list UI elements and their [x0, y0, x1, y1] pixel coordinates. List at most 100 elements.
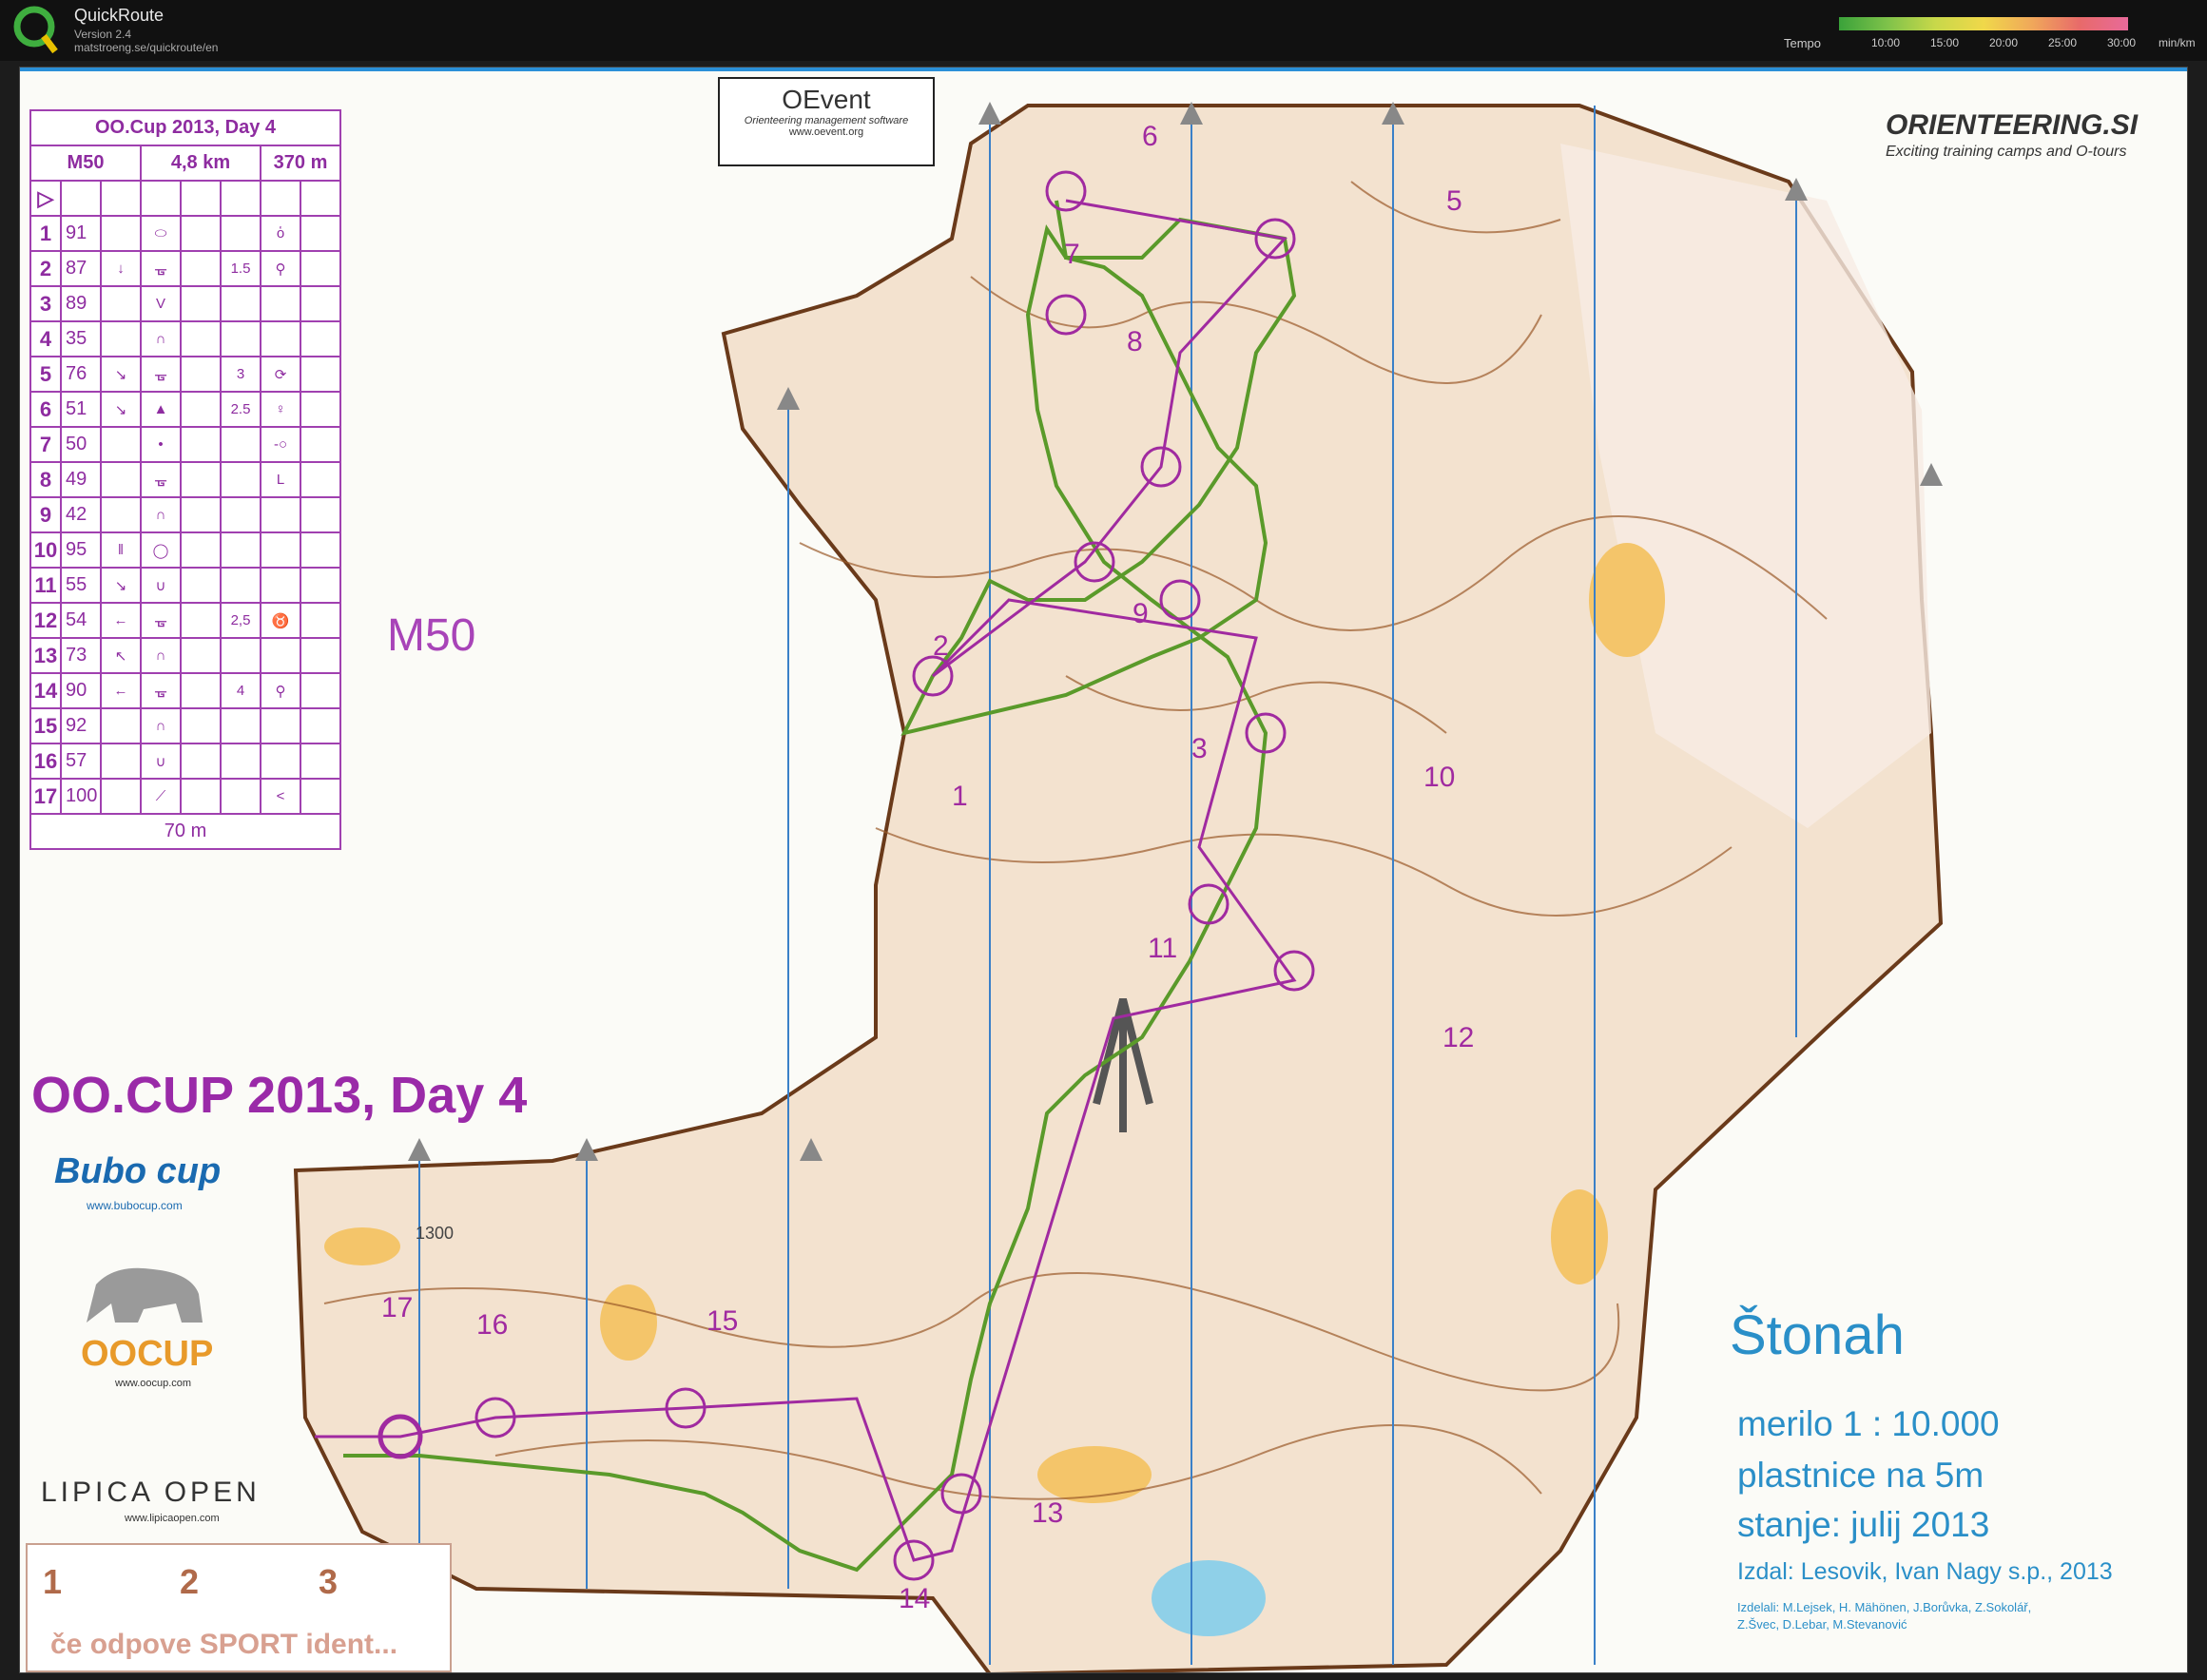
- desc-code: 95: [60, 531, 102, 569]
- desc-empty: [300, 743, 341, 780]
- desc-feat: ᚗ: [140, 250, 182, 287]
- desc-dim: [220, 461, 261, 498]
- desc-code: 57: [60, 743, 102, 780]
- desc-class: M50: [29, 145, 142, 182]
- desc-empty: [180, 356, 222, 393]
- desc-dim: [220, 707, 261, 744]
- desc-row: 9 42 ∩: [29, 496, 341, 533]
- desc-dim: [220, 637, 261, 674]
- desc-loc: ♉: [260, 602, 301, 639]
- oocup-url: www.oocup.com: [115, 1378, 192, 1389]
- desc-n: 7: [29, 426, 62, 463]
- tempo-label: Tempo: [1784, 36, 1822, 50]
- orienteering-si-tagline: Exciting training camps and O-tours: [1886, 144, 2127, 160]
- desc-code: 51: [60, 391, 102, 428]
- tempo-tick: 20:00: [1989, 36, 2019, 49]
- bubo-cup-url: www.bubocup.com: [87, 1199, 183, 1212]
- desc-row: 1 91 ⬭ ὁ: [29, 215, 341, 252]
- desc-dim: [220, 743, 261, 780]
- desc-row: 10 95 ǁ ◯: [29, 531, 341, 569]
- control-number: 10: [1423, 762, 1456, 793]
- desc-empty: [180, 250, 222, 287]
- desc-n: 9: [29, 496, 62, 533]
- desc-empty: [180, 531, 222, 569]
- desc-dir: ǁ: [100, 531, 142, 569]
- desc-empty: [300, 250, 341, 287]
- desc-feat: ∩: [140, 707, 182, 744]
- oevent-url: www.oevent.org: [788, 126, 864, 138]
- map-canvas[interactable]: OO.Cup 2013, Day 4 M50 4,8 km 370 m ▷ 19…: [19, 67, 2188, 1673]
- desc-feat: ▲: [140, 391, 182, 428]
- desc-feat: ⬭: [140, 215, 182, 252]
- desc-code: 100: [60, 778, 102, 815]
- app-name: QuickRoute: [74, 6, 165, 25]
- desc-loc: [260, 743, 301, 780]
- desc-dir: [100, 778, 142, 815]
- event-title: OO.CUP 2013, Day 4: [31, 1067, 528, 1124]
- desc-empty: [180, 567, 222, 604]
- tempo-tick: 25:00: [2048, 36, 2078, 49]
- desc-loc: ὁ: [260, 215, 301, 252]
- lipica-open-logo: LIPICA OPEN: [41, 1477, 261, 1508]
- desc-loc: [260, 637, 301, 674]
- desc-code: 90: [60, 672, 102, 709]
- desc-dir: ←: [100, 602, 142, 639]
- desc-empty: [300, 391, 341, 428]
- desc-dim: [220, 285, 261, 322]
- app-version: Version 2.4: [74, 28, 132, 41]
- desc-empty: [180, 778, 222, 815]
- desc-n: 6: [29, 391, 62, 428]
- control-number: 16: [476, 1309, 509, 1341]
- desc-empty: [300, 285, 341, 322]
- desc-dir: [100, 426, 142, 463]
- desc-row: 2 87 ↓ ᚗ 1.5 ⚲: [29, 250, 341, 287]
- control-description-sheet: OO.Cup 2013, Day 4 M50 4,8 km 370 m ▷ 19…: [29, 109, 341, 850]
- tempo-tick: 30:00: [2107, 36, 2137, 49]
- desc-row: 5 76 ↘ ᚗ 3 ⟳: [29, 356, 341, 393]
- desc-row: 17 100 ⟋ <: [29, 778, 341, 815]
- desc-empty: [180, 707, 222, 744]
- desc-n: 8: [29, 461, 62, 498]
- oevent-logo: OEvent Orienteering management software …: [718, 77, 935, 166]
- quickroute-logo-icon: [13, 6, 58, 54]
- map-publisher: Izdal: Lesovik, Ivan Nagy s.p., 2013: [1737, 1558, 2113, 1585]
- bear-icon: [87, 1267, 203, 1323]
- desc-loc: [260, 285, 301, 322]
- oevent-subtitle: Orienteering management software: [744, 115, 909, 126]
- app-url[interactable]: matstroeng.se/quickroute/en: [74, 41, 218, 54]
- desc-empty: [300, 778, 341, 815]
- desc-row: 7 50 • -○: [29, 426, 341, 463]
- desc-dim: 3: [220, 356, 261, 393]
- desc-empty: [180, 602, 222, 639]
- desc-feat: ⟋: [140, 778, 182, 815]
- desc-dim: [220, 531, 261, 569]
- tempo-color-scale: [1839, 17, 2128, 30]
- desc-code: 91: [60, 215, 102, 252]
- desc-loc: ⟳: [260, 356, 301, 393]
- desc-row: 6 51 ↘ ▲ 2.5 ♀: [29, 391, 341, 428]
- desc-empty: [180, 743, 222, 780]
- map-scale: merilo 1 : 10.000: [1737, 1404, 2000, 1443]
- height-label: 1300: [416, 1224, 455, 1243]
- desc-row: 4 35 ∩: [29, 320, 341, 357]
- desc-empty: [300, 461, 341, 498]
- desc-empty: [300, 426, 341, 463]
- desc-feat: V: [140, 285, 182, 322]
- desc-dir: [100, 215, 142, 252]
- tempo-tick: 15:00: [1930, 36, 1960, 49]
- desc-loc: [260, 567, 301, 604]
- desc-row: 12 54 ← ᚗ 2,5 ♉: [29, 602, 341, 639]
- desc-empty: [300, 320, 341, 357]
- bubo-cup-logo: Bubo cup: [54, 1151, 222, 1191]
- desc-climb: 370 m: [260, 145, 341, 182]
- desc-feat: ᚗ: [140, 356, 182, 393]
- desc-code: 87: [60, 250, 102, 287]
- desc-dir: ↓: [100, 250, 142, 287]
- desc-n: 5: [29, 356, 62, 393]
- desc-loc: ⚲: [260, 672, 301, 709]
- desc-dir: [100, 496, 142, 533]
- map-contour-interval: plastnice na 5m: [1737, 1456, 1984, 1495]
- desc-code: 76: [60, 356, 102, 393]
- desc-dir: [100, 707, 142, 744]
- desc-loc: L: [260, 461, 301, 498]
